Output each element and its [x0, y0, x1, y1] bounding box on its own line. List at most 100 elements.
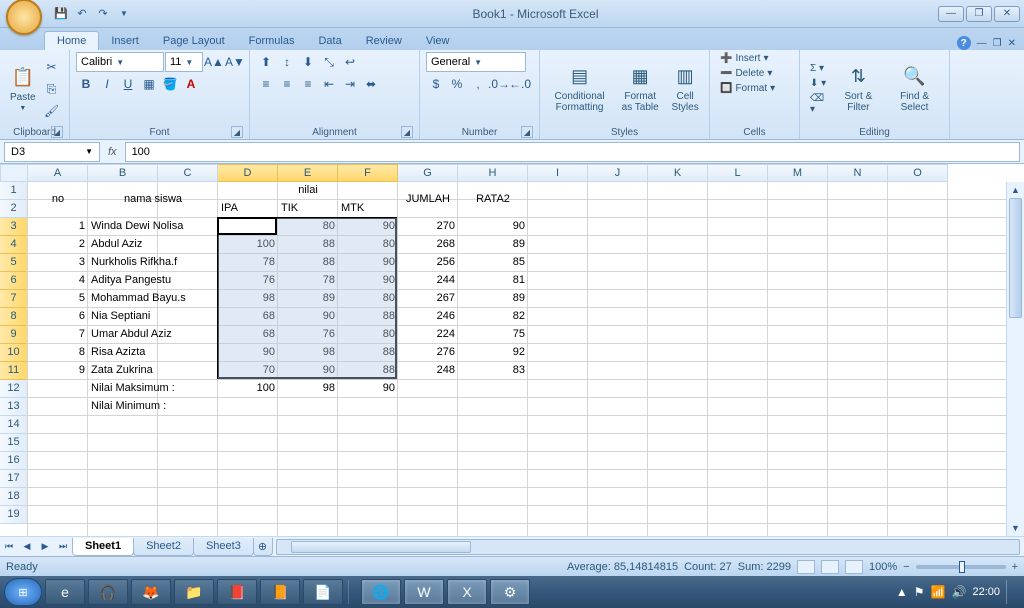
row-header-14[interactable]: 14	[0, 416, 28, 434]
taskbar-ie[interactable]: e	[45, 579, 85, 605]
cell-B6[interactable]: Aditya Pangestu	[88, 272, 218, 290]
cell-D10[interactable]: 90	[218, 344, 278, 362]
number-launcher[interactable]: ◢	[521, 126, 533, 138]
new-sheet-button[interactable]: ⊕	[253, 538, 273, 556]
tray-network-icon[interactable]: 📶	[931, 585, 946, 599]
col-header-I[interactable]: I	[528, 164, 588, 182]
maximize-button[interactable]: ❐	[966, 6, 992, 22]
prev-sheet-button[interactable]: ◀	[18, 538, 36, 556]
tray-flag-icon[interactable]: ⚑	[914, 585, 925, 599]
cell-F7[interactable]: 80	[338, 290, 398, 308]
col-header-J[interactable]: J	[588, 164, 648, 182]
autosum-button[interactable]: Σ ▾	[806, 62, 831, 75]
show-desktop-button[interactable]	[1006, 580, 1014, 604]
cell-E10[interactable]: 98	[278, 344, 338, 362]
cell-A11[interactable]: 9	[28, 362, 88, 380]
cell-H6[interactable]: 81	[458, 272, 528, 290]
bold-button[interactable]: B	[76, 74, 96, 94]
save-icon[interactable]: 💾	[52, 5, 70, 23]
font-name-combo[interactable]: Calibri▼	[76, 52, 164, 72]
taskbar-app3[interactable]: 📄	[303, 579, 343, 605]
scroll-up-icon[interactable]: ▲	[1007, 182, 1024, 198]
cell-D1[interactable]: nilai	[218, 182, 398, 200]
cell-H10[interactable]: 92	[458, 344, 528, 362]
conditional-formatting-button[interactable]: ▤Conditional Formatting	[546, 63, 613, 115]
scroll-down-icon[interactable]: ▼	[1007, 520, 1024, 536]
fx-icon[interactable]: fx	[104, 146, 121, 158]
row-header-5[interactable]: 5	[0, 254, 28, 272]
sort-filter-button[interactable]: ⇅Sort & Filter	[833, 63, 884, 115]
taskbar-chrome[interactable]: 🌐	[361, 579, 401, 605]
minimize-button[interactable]: —	[938, 6, 964, 22]
cell-A3[interactable]: 1	[28, 218, 88, 236]
row-header-12[interactable]: 12	[0, 380, 28, 398]
row-header-7[interactable]: 7	[0, 290, 28, 308]
tab-home[interactable]: Home	[44, 31, 99, 50]
align-bottom-icon[interactable]: ⬇	[298, 52, 318, 72]
increase-decimal-icon[interactable]: .0→	[489, 74, 509, 94]
cell-A9[interactable]: 7	[28, 326, 88, 344]
cell-F10[interactable]: 88	[338, 344, 398, 362]
cell-E6[interactable]: 78	[278, 272, 338, 290]
tray-show-hidden-icon[interactable]: ▲	[896, 585, 908, 599]
sheet-tab-Sheet1[interactable]: Sheet1	[72, 538, 134, 556]
taskbar-word[interactable]: W	[404, 579, 444, 605]
cell-H5[interactable]: 85	[458, 254, 528, 272]
cell-A1[interactable]: no	[28, 182, 88, 218]
cell-A7[interactable]: 5	[28, 290, 88, 308]
cell-H11[interactable]: 83	[458, 362, 528, 380]
align-top-icon[interactable]: ⬆	[256, 52, 276, 72]
row-header-2[interactable]: 2	[0, 200, 28, 218]
help-icon[interactable]: ?	[957, 36, 971, 50]
comma-icon[interactable]: ,	[468, 74, 488, 94]
cell-B13[interactable]: Nilai Minimum :	[88, 398, 218, 416]
cut-icon[interactable]: ✂	[42, 57, 62, 77]
tab-view[interactable]: View	[414, 32, 462, 50]
cell-F2[interactable]: MTK	[338, 200, 398, 218]
col-header-F[interactable]: F	[338, 164, 398, 182]
clipboard-launcher[interactable]: ◢	[51, 126, 63, 138]
cell-F3[interactable]: 90	[338, 218, 398, 236]
doc-restore-button[interactable]: ❐	[993, 38, 1002, 49]
cell-F9[interactable]: 80	[338, 326, 398, 344]
office-button[interactable]	[6, 0, 42, 35]
taskbar-media[interactable]: 🎧	[88, 579, 128, 605]
tab-formulas[interactable]: Formulas	[237, 32, 307, 50]
font-launcher[interactable]: ◢	[231, 126, 243, 138]
increase-indent-icon[interactable]: ⇥	[340, 74, 360, 94]
cell-A8[interactable]: 6	[28, 308, 88, 326]
minimize-ribbon-button[interactable]: —	[977, 38, 987, 49]
cell-B8[interactable]: Nia Septiani	[88, 308, 218, 326]
row-header-3[interactable]: 3	[0, 218, 28, 236]
alignment-launcher[interactable]: ◢	[401, 126, 413, 138]
cell-E7[interactable]: 89	[278, 290, 338, 308]
format-painter-icon[interactable]: 🖌	[42, 101, 62, 121]
close-button[interactable]: ✕	[994, 6, 1020, 22]
cell-B4[interactable]: Abdul Aziz	[88, 236, 218, 254]
cell-B1[interactable]: nama siswa	[88, 182, 218, 218]
cell-F4[interactable]: 80	[338, 236, 398, 254]
cell-F8[interactable]: 88	[338, 308, 398, 326]
taskbar-excel[interactable]: X	[447, 579, 487, 605]
orientation-icon[interactable]: ⤡	[319, 52, 339, 72]
cell-D5[interactable]: 78	[218, 254, 278, 272]
doc-close-button[interactable]: ✕	[1008, 38, 1016, 49]
col-header-C[interactable]: C	[158, 164, 218, 182]
cell-D4[interactable]: 100	[218, 236, 278, 254]
font-color-button[interactable]: A	[181, 74, 201, 94]
merge-center-icon[interactable]: ⬌	[361, 74, 381, 94]
cell-D8[interactable]: 68	[218, 308, 278, 326]
cell-A4[interactable]: 2	[28, 236, 88, 254]
cell-E3[interactable]: 80	[278, 218, 338, 236]
zoom-out-button[interactable]: −	[903, 561, 909, 573]
cell-A6[interactable]: 4	[28, 272, 88, 290]
cell-H7[interactable]: 89	[458, 290, 528, 308]
cell-B11[interactable]: Zata Zukrina	[88, 362, 218, 380]
select-all-button[interactable]	[0, 164, 28, 182]
cell-G8[interactable]: 246	[398, 308, 458, 326]
row-header-8[interactable]: 8	[0, 308, 28, 326]
row-header-16[interactable]: 16	[0, 452, 28, 470]
taskbar-powerpoint[interactable]: 📙	[260, 579, 300, 605]
cell-F11[interactable]: 88	[338, 362, 398, 380]
cell-E8[interactable]: 90	[278, 308, 338, 326]
